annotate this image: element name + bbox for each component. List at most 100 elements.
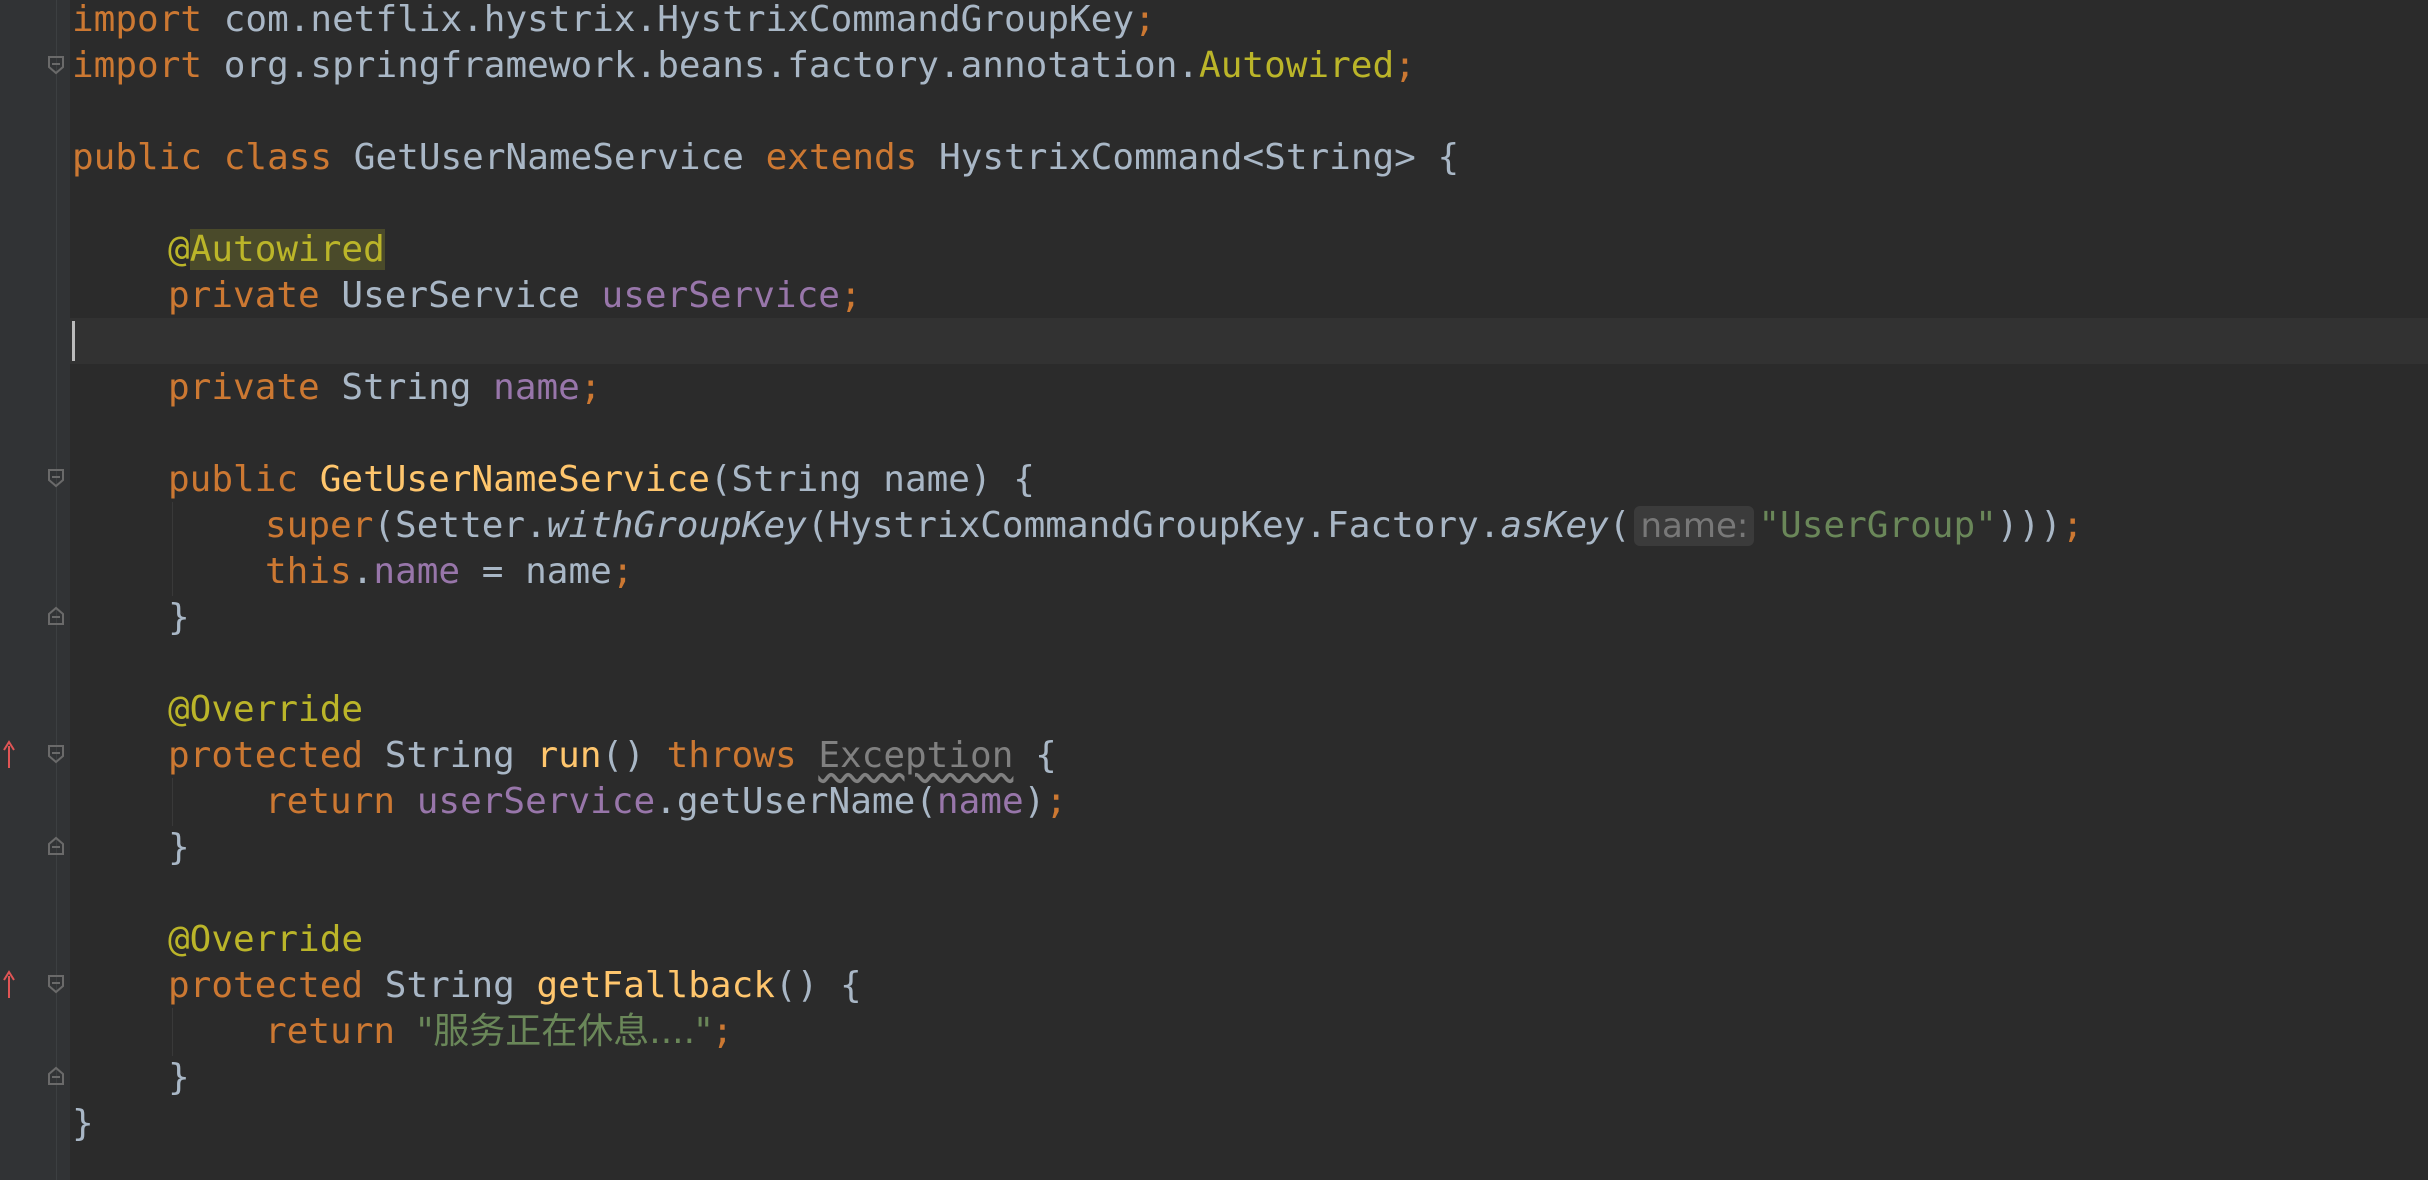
indent-guide bbox=[172, 1008, 173, 1056]
method-call: .getUserName( bbox=[655, 781, 937, 822]
code-text: = name bbox=[460, 551, 612, 592]
keyword: this bbox=[265, 551, 352, 592]
field-name: name bbox=[936, 781, 1024, 822]
keyword: private bbox=[168, 367, 320, 408]
type-name: String bbox=[384, 735, 515, 776]
semicolon: ; bbox=[839, 275, 862, 316]
code-line[interactable]: this.name = name; bbox=[265, 549, 634, 595]
keyword: extends bbox=[765, 137, 918, 178]
code-text: () { bbox=[774, 965, 862, 1006]
code-line[interactable]: protected String run() throws Exception … bbox=[168, 733, 1057, 779]
indent-guide bbox=[172, 502, 173, 596]
semicolon: ; bbox=[1134, 0, 1156, 40]
indent-guide bbox=[172, 778, 173, 826]
keyword: public bbox=[168, 459, 299, 500]
keyword: throws bbox=[666, 735, 797, 776]
keyword: import bbox=[72, 45, 203, 86]
keyword: import bbox=[72, 0, 203, 40]
code-line[interactable]: } bbox=[168, 595, 190, 641]
closing-brace: } bbox=[168, 597, 190, 638]
import-path: org.springframework.beans.factory.annota… bbox=[202, 45, 1200, 86]
keyword: public bbox=[72, 137, 203, 178]
semicolon: ; bbox=[611, 551, 634, 592]
annotation: @Override bbox=[168, 919, 364, 960]
code-line[interactable]: return userService.getUserName(name); bbox=[265, 779, 1067, 825]
method-name: run bbox=[536, 735, 602, 776]
keyword: super bbox=[265, 505, 374, 546]
annotation: @Override bbox=[168, 689, 364, 730]
field-name: name bbox=[373, 551, 461, 592]
current-line-highlight bbox=[70, 318, 2428, 364]
code-line[interactable]: return "服务正在休息...."; bbox=[265, 1009, 733, 1055]
code-line[interactable]: protected String getFallback() { bbox=[168, 963, 862, 1009]
exception-type: Exception bbox=[818, 735, 1014, 776]
override-arrow-icon[interactable] bbox=[2, 740, 16, 770]
code-line[interactable]: } bbox=[168, 1055, 190, 1101]
fold-marker-icon[interactable] bbox=[46, 836, 66, 856]
field-name: name bbox=[493, 367, 580, 408]
code-line[interactable]: @Override bbox=[168, 687, 363, 733]
code-line[interactable]: public GetUserNameService(String name) { bbox=[168, 457, 1035, 503]
override-arrow-icon[interactable] bbox=[2, 970, 16, 1000]
code-line[interactable]: super(Setter.withGroupKey(HystrixCommand… bbox=[265, 503, 2084, 549]
code-text: ))) bbox=[1996, 505, 2062, 546]
constructor-name: GetUserNameService bbox=[319, 459, 710, 500]
method-call: asKey bbox=[1500, 505, 1609, 546]
text-caret bbox=[72, 321, 75, 361]
fold-marker-icon[interactable] bbox=[46, 744, 66, 764]
method-name: getFallback bbox=[536, 965, 775, 1006]
semicolon: ; bbox=[579, 367, 602, 408]
keyword: private bbox=[168, 275, 320, 316]
type-name: String bbox=[384, 965, 515, 1006]
class-name: GetUserNameService bbox=[353, 137, 744, 178]
semicolon: ; bbox=[2061, 505, 2084, 546]
code-line[interactable]: @Autowired bbox=[168, 227, 385, 273]
code-text: . bbox=[351, 551, 374, 592]
code-text: ) bbox=[1023, 781, 1046, 822]
fold-marker-icon[interactable] bbox=[46, 468, 66, 488]
keyword: protected bbox=[168, 965, 364, 1006]
import-class: Autowired bbox=[1199, 45, 1395, 86]
code-line[interactable]: import com.netflix.hystrix.HystrixComman… bbox=[72, 0, 1156, 43]
semicolon: ; bbox=[711, 1011, 734, 1052]
fold-marker-icon[interactable] bbox=[46, 606, 66, 626]
semicolon: ; bbox=[1394, 45, 1416, 86]
parameter-hint: name: bbox=[1634, 506, 1755, 546]
field-name: userService bbox=[416, 781, 656, 822]
code-line[interactable]: } bbox=[168, 825, 190, 871]
parameters: (String name) { bbox=[709, 459, 1035, 500]
opening-brace: { bbox=[1035, 735, 1057, 776]
closing-brace: } bbox=[168, 827, 190, 868]
code-line[interactable]: private String name; bbox=[168, 365, 602, 411]
semicolon: ; bbox=[1045, 781, 1067, 822]
code-line[interactable]: } bbox=[72, 1101, 94, 1147]
keyword: protected bbox=[168, 735, 364, 776]
fold-marker-icon[interactable] bbox=[46, 55, 66, 75]
closing-brace: } bbox=[72, 1103, 94, 1144]
fold-marker-icon[interactable] bbox=[46, 1066, 66, 1086]
code-line[interactable]: private UserService userService; bbox=[168, 273, 862, 319]
annotation-at: @ bbox=[168, 229, 190, 270]
code-line[interactable]: public class GetUserNameService extends … bbox=[72, 135, 1459, 181]
fold-marker-icon[interactable] bbox=[46, 974, 66, 994]
string-literal: "服务正在休息...." bbox=[416, 1011, 712, 1052]
code-text: ( bbox=[1608, 505, 1631, 546]
import-path: com.netflix.hystrix.HystrixCommandGroupK… bbox=[202, 0, 1135, 40]
gutter-divider bbox=[56, 0, 57, 1180]
annotation-name: Autowired bbox=[189, 229, 385, 270]
method-call: withGroupKey bbox=[546, 505, 807, 546]
code-text: (HystrixCommandGroupKey.Factory. bbox=[806, 505, 1501, 546]
editor-gutter[interactable] bbox=[0, 0, 70, 1180]
code-editor[interactable]: import com.netflix.hystrix.HystrixComman… bbox=[0, 0, 2428, 1180]
closing-brace: } bbox=[168, 1057, 190, 1098]
superclass: HystrixCommand<String> { bbox=[939, 137, 1460, 178]
string-literal: "UserGroup" bbox=[1758, 505, 1997, 546]
keyword: return bbox=[265, 1011, 396, 1052]
type-name: UserService bbox=[341, 275, 580, 316]
keyword: class bbox=[223, 137, 333, 178]
field-name: userService bbox=[601, 275, 840, 316]
code-text: (Setter. bbox=[373, 505, 547, 546]
code-line[interactable]: import org.springframework.beans.factory… bbox=[72, 43, 1416, 89]
code-text: () bbox=[601, 735, 645, 776]
code-line[interactable]: @Override bbox=[168, 917, 363, 963]
